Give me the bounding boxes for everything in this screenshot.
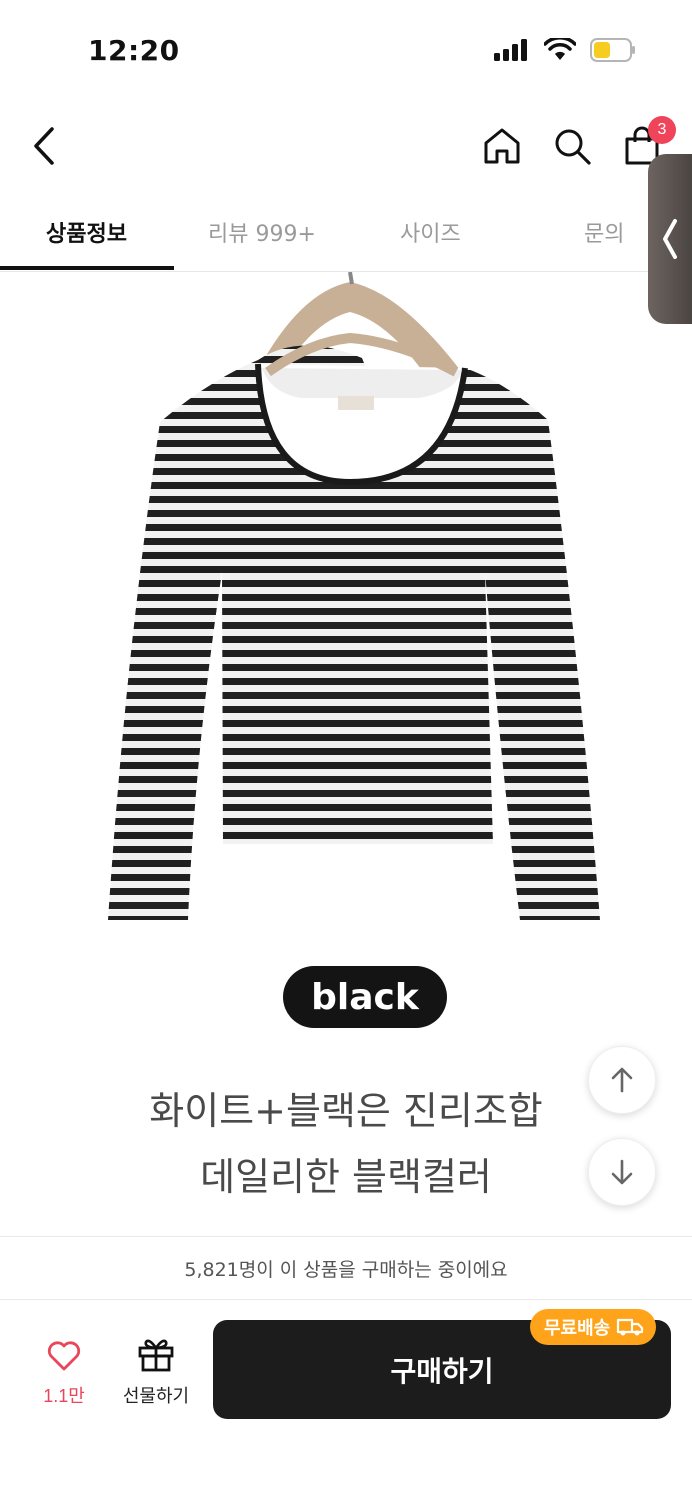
search-icon: [555, 129, 591, 165]
tab-reviews[interactable]: 리뷰 999+: [208, 216, 316, 248]
arrow-up-icon: [611, 1067, 633, 1093]
gift-button[interactable]: 선물하기: [114, 1336, 198, 1410]
truck-icon: [617, 1318, 644, 1336]
purchase-activity-notice: 5,821명이 이 상품을 구매하는 중이에요: [0, 1236, 692, 1300]
tab-inquiry[interactable]: 문의: [584, 216, 624, 248]
status-icons: [494, 38, 636, 62]
side-panel-handle[interactable]: [648, 154, 692, 324]
free-shipping-badge: 무료배송: [530, 1309, 657, 1345]
like-count: 1.1만: [43, 1386, 85, 1406]
wifi-icon: [544, 38, 576, 60]
battery-icon: [590, 38, 635, 62]
like-button[interactable]: 1.1만: [28, 1340, 100, 1410]
bottom-action-bar: 1.1만 선물하기 구매하기 무료배송: [0, 1300, 692, 1500]
product-photo: [108, 271, 600, 921]
home-button[interactable]: [480, 124, 524, 168]
status-time: 12:20: [88, 34, 180, 67]
tab-product-info[interactable]: 상품정보: [46, 216, 127, 248]
cart-count-badge: 3: [648, 116, 676, 144]
chevron-left-icon: [34, 127, 54, 165]
gift-icon: [138, 1339, 174, 1372]
arrow-down-icon: [611, 1159, 633, 1185]
product-tabs: 상품정보 리뷰 999+ 사이즈 문의: [0, 196, 692, 272]
active-tab-indicator: [0, 266, 174, 270]
signal-icon: [494, 39, 527, 61]
free-shipping-label: 무료배송: [544, 1318, 611, 1339]
scroll-up-button[interactable]: [588, 1046, 656, 1114]
gift-label: 선물하기: [122, 1386, 190, 1407]
back-button[interactable]: [22, 124, 66, 168]
tab-size[interactable]: 사이즈: [400, 216, 461, 248]
product-image: [0, 271, 692, 952]
top-navigation: 3: [0, 100, 692, 196]
chevron-left-icon: [663, 219, 677, 259]
status-bar: 12:20: [0, 0, 692, 100]
home-icon: [484, 128, 520, 164]
heart-icon: [47, 1341, 81, 1371]
scroll-down-button[interactable]: [588, 1138, 656, 1206]
search-button[interactable]: [550, 124, 594, 168]
color-label-pill: black: [283, 966, 447, 1028]
